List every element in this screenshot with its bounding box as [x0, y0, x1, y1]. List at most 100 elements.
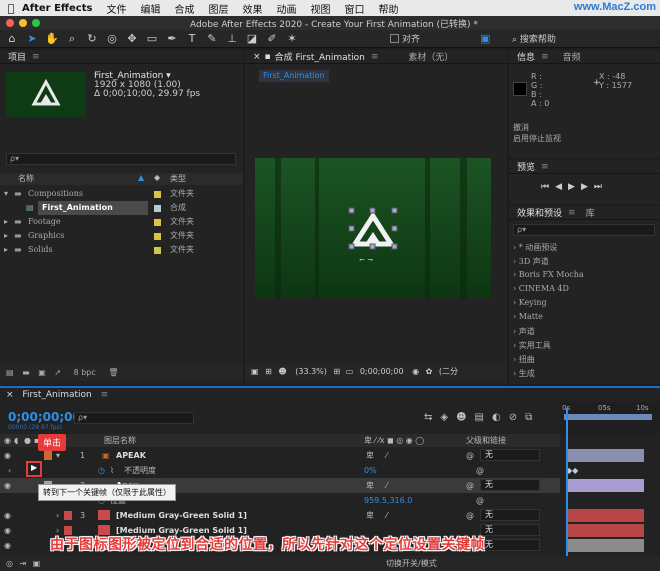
timeline-search-input[interactable]: ρ▾	[74, 412, 194, 424]
effects-category[interactable]: › CINEMA 4D	[513, 284, 569, 293]
panel-menu-icon[interactable]: ≡	[101, 390, 109, 400]
next-keyframe-button[interactable]: ▶	[26, 461, 42, 477]
layer-duration-bar[interactable]	[566, 509, 644, 522]
home-icon[interactable]: ⌂	[4, 31, 20, 47]
adobe-media-encoder-icon[interactable]: ➚	[54, 368, 61, 377]
shy-icon[interactable]: ☻	[456, 412, 474, 423]
chevron-right-icon[interactable]: ▸	[4, 243, 8, 257]
close-window-button[interactable]	[6, 19, 14, 27]
region-icon[interactable]: ▭	[346, 367, 354, 376]
work-area-bar[interactable]	[564, 414, 652, 420]
resolution-dropdown[interactable]: (二分	[439, 367, 458, 376]
interpret-footage-icon[interactable]: ▤	[6, 368, 14, 377]
chevron-right-icon[interactable]: ›	[56, 508, 59, 523]
comp-flowchart-icon[interactable]: ⇆	[424, 412, 440, 423]
project-row[interactable]: ▸ ▬ Solids 文件夹	[0, 243, 243, 257]
effects-category[interactable]: › 生成	[513, 368, 535, 379]
effects-category[interactable]: › 声道	[513, 326, 535, 337]
menu-composition[interactable]: 合成	[174, 1, 194, 16]
parent-select[interactable]: 无	[480, 524, 540, 536]
new-folder-icon[interactable]: ▬	[22, 368, 30, 377]
panel-menu-icon[interactable]: ≡	[32, 52, 40, 62]
tab-footage[interactable]: 素材（无）	[408, 50, 453, 63]
project-row-selected[interactable]: ▤ First_Animation 合成	[0, 201, 243, 215]
prev-keyframe-icon[interactable]: ‹	[8, 463, 11, 478]
project-row[interactable]: ▸ ▬ Footage 文件夹	[0, 215, 243, 229]
property-value[interactable]: 959.5,316.0	[364, 493, 412, 508]
quality-switch-icon[interactable]: ⁄	[386, 478, 387, 493]
draft-3d-icon[interactable]: ◈	[440, 412, 456, 423]
trash-icon[interactable]: 🗑	[108, 368, 118, 377]
menu-edit[interactable]: 编辑	[140, 1, 160, 16]
clone-stamp-tool-icon[interactable]: ⊥	[224, 31, 240, 47]
snap-checkbox[interactable]	[390, 34, 399, 43]
expression-pickwhip-icon[interactable]: @	[476, 493, 484, 508]
minimize-window-button[interactable]	[19, 19, 27, 27]
roto-brush-tool-icon[interactable]: ✐	[264, 31, 280, 47]
type-tool-icon[interactable]: T	[184, 31, 200, 47]
resolution-icon[interactable]: ⊞	[265, 367, 272, 376]
pickwhip-icon[interactable]: @	[466, 508, 474, 523]
effects-category[interactable]: › 3D 声道	[513, 256, 549, 267]
tab-library[interactable]: 库	[586, 206, 595, 219]
shy-switch-icon[interactable]: 卑	[366, 478, 374, 493]
eye-icon[interactable]: ◉	[4, 448, 11, 463]
new-comp-icon[interactable]: ▣	[38, 368, 46, 377]
eye-icon[interactable]: ◉	[4, 508, 11, 523]
project-row[interactable]: ▾ ▬ Compositions 文件夹	[0, 187, 243, 201]
app-menu[interactable]: After Effects	[22, 3, 92, 14]
next-frame-icon[interactable]: ▶	[581, 182, 594, 192]
motion-blur-icon[interactable]: ◐	[492, 412, 509, 423]
last-frame-icon[interactable]: ⏭	[594, 182, 608, 192]
layer-duration-bar[interactable]	[566, 524, 644, 537]
project-row[interactable]: ▸ ▬ Graphics 文件夹	[0, 229, 243, 243]
selection-tool-icon[interactable]: ➤	[24, 31, 40, 47]
color-icon[interactable]: ✿	[426, 367, 433, 376]
effects-search-input[interactable]: ρ▾	[513, 224, 655, 236]
pickwhip-icon[interactable]: @	[466, 448, 474, 463]
eye-icon[interactable]: ◉	[4, 434, 11, 447]
chevron-down-icon[interactable]: ▾	[4, 187, 8, 201]
mask-icon[interactable]: ☻	[278, 367, 286, 376]
eye-icon[interactable]: ◉	[4, 478, 11, 493]
menu-help[interactable]: 帮助	[378, 1, 398, 16]
viewer-timecode[interactable]: 0;00;00;00	[360, 367, 404, 376]
comp-navigator-tag[interactable]: First_Animation	[259, 70, 329, 82]
col-layer-name[interactable]: 图层名称	[104, 434, 136, 447]
puppet-pin-tool-icon[interactable]: ✶	[284, 31, 300, 47]
parent-select[interactable]: 无	[480, 539, 540, 551]
lock-icon[interactable]: ▪	[265, 52, 271, 62]
workspace-icon[interactable]: ▣	[480, 32, 490, 45]
brush-tool-icon[interactable]: ✎	[204, 31, 220, 47]
hand-tool-icon[interactable]: ✋	[44, 31, 60, 47]
property-value[interactable]: 0%	[364, 463, 377, 478]
col-name[interactable]: 名称	[18, 173, 34, 184]
preview-icon[interactable]: ▣	[251, 367, 259, 376]
quality-switch-icon[interactable]: ⁄	[386, 508, 387, 523]
tab-audio[interactable]: 音频	[563, 50, 581, 63]
quality-switch-icon[interactable]: ⁄	[386, 448, 387, 463]
camera-tool-icon[interactable]: ◎	[104, 31, 120, 47]
eraser-tool-icon[interactable]: ◪	[244, 31, 260, 47]
zoom-window-button[interactable]	[32, 19, 40, 27]
graph-editor-icon[interactable]: ⊘	[509, 412, 525, 423]
effects-category[interactable]: › Keying	[513, 298, 547, 307]
project-panel-title[interactable]: 项目	[8, 50, 26, 63]
shy-switch-icon[interactable]: 卑	[366, 448, 374, 463]
eye-icon[interactable]: ◉	[4, 523, 11, 538]
snapshot-icon[interactable]: ◉	[412, 367, 419, 376]
first-frame-icon[interactable]: ⏮	[541, 182, 555, 192]
col-type[interactable]: 类型	[170, 173, 186, 184]
parent-select[interactable]: 无	[480, 479, 540, 491]
tab-info[interactable]: 信息	[517, 50, 535, 63]
menu-effect[interactable]: 效果	[242, 1, 262, 16]
menu-file[interactable]: 文件	[106, 1, 126, 16]
menu-layer[interactable]: 图层	[208, 1, 228, 16]
shy-switch-icon[interactable]: 卑	[366, 508, 374, 523]
frame-blending-icon[interactable]: ▤	[475, 412, 492, 423]
solo-icon[interactable]: ●	[24, 434, 31, 447]
rectangle-tool-icon[interactable]: ▭	[144, 31, 160, 47]
playhead[interactable]	[566, 408, 568, 571]
effects-category[interactable]: › 扭曲	[513, 354, 535, 365]
panel-menu-icon[interactable]: ≡	[541, 162, 549, 172]
